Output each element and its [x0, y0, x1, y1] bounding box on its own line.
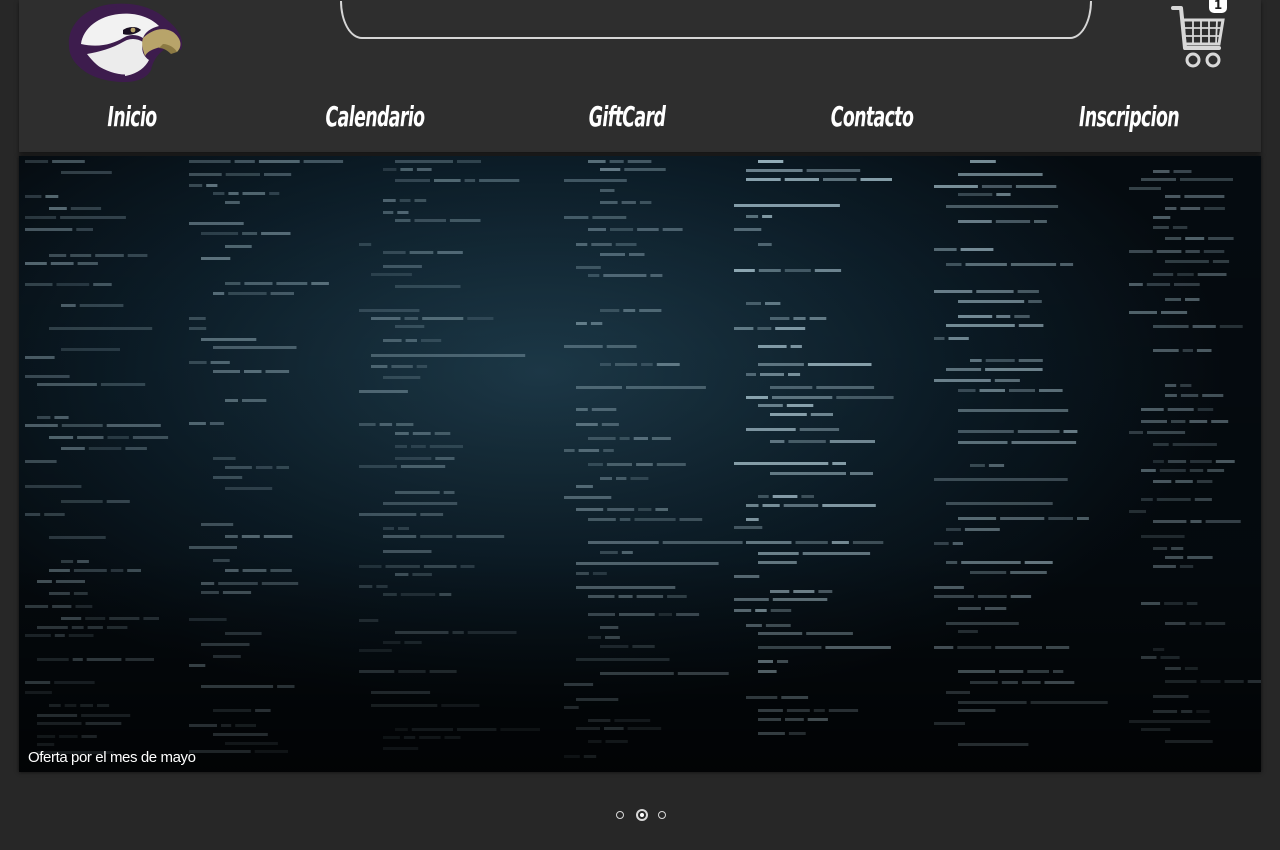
nav-label: Contacto	[830, 100, 914, 133]
slide-dot-2[interactable]	[636, 809, 648, 821]
main-nav: Inicio Calendario GiftCard Contacto Insc…	[19, 96, 1261, 140]
nav-label: Inicio	[107, 100, 157, 133]
search-input[interactable]	[340, 1, 1092, 39]
nav-label: Calendario	[325, 100, 426, 133]
slider-pagination	[0, 808, 1280, 824]
nav-label: GiftCard	[588, 100, 666, 133]
page: 1 Inicio Calendario GiftCard Contacto In…	[0, 0, 1280, 850]
site-header: 1 Inicio Calendario GiftCard Contacto In…	[19, 0, 1261, 152]
nav-item-calendario[interactable]: Calendario	[295, 96, 455, 138]
nav-item-inicio[interactable]: Inicio	[92, 96, 171, 138]
slide-background-image	[19, 156, 1261, 772]
image-slider[interactable]: Oferta por el mes de mayo	[19, 156, 1261, 772]
cart-count-badge: 1	[1209, 0, 1227, 13]
shopping-cart-icon[interactable]	[1171, 4, 1225, 72]
nav-label: Inscripcion	[1078, 100, 1180, 133]
nav-item-giftcard[interactable]: GiftCard	[565, 96, 688, 138]
nav-item-contacto[interactable]: Contacto	[805, 96, 938, 138]
nav-item-inscripcion[interactable]: Inscripcion	[1048, 96, 1209, 138]
eagle-logo-icon	[68, 3, 183, 82]
slide-dot-3[interactable]	[658, 811, 666, 819]
slide-caption: Oferta por el mes de mayo	[28, 749, 196, 766]
slide-dot-1[interactable]	[616, 811, 624, 819]
